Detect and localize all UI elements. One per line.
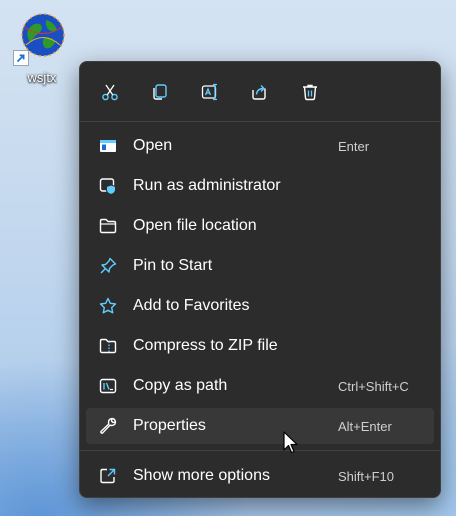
more-options-icon [98,466,118,486]
desktop: wsjtx Open Enter Run as administrator Op… [0,0,456,516]
cut-button[interactable] [97,79,123,105]
menu-item-shortcut: Enter [338,139,370,154]
menu-separator [80,450,440,451]
menu-item-properties[interactable]: Properties Alt+Enter [86,408,434,444]
menu-item-label: Compress to ZIP file [133,337,278,354]
menu-item-label: Copy as path [133,377,228,394]
menu-item-shortcut: Ctrl+Shift+C [338,379,409,394]
menu-item-label: Pin to Start [133,257,213,274]
menu-item-show-more-options[interactable]: Show more options Shift+F10 [86,458,434,494]
pin-icon [98,256,118,276]
copy-icon [153,84,167,100]
menu-item-label: Open file location [133,217,257,234]
share-button[interactable] [247,79,273,105]
open-app-icon [98,136,118,156]
rename-icon [201,83,217,101]
context-menu: Open Enter Run as administrator Open fil… [79,61,441,498]
copy-path-icon [98,376,118,396]
copy-button[interactable] [147,79,173,105]
folder-icon [98,216,118,236]
menu-item-label: Add to Favorites [133,297,250,314]
menu-item-shortcut: Shift+F10 [338,469,395,484]
menu-item-pin-to-start[interactable]: Pin to Start [86,248,434,284]
menu-item-label: Show more options [133,467,270,484]
shield-icon [98,176,118,196]
menu-item-label: Properties [133,417,206,434]
menu-item-label: Open [133,137,173,154]
mouse-pointer-icon [283,431,298,454]
menu-item-run-as-administrator[interactable]: Run as administrator [86,168,434,204]
menu-item-compress-to-zip[interactable]: Compress to ZIP file [86,328,434,364]
menu-item-label: Run as administrator [133,177,281,194]
context-menu-toolbar [80,62,440,122]
menu-item-open[interactable]: Open Enter [86,128,434,164]
menu-item-add-to-favorites[interactable]: Add to Favorites [86,288,434,324]
delete-button[interactable] [297,79,323,105]
star-icon [98,296,118,316]
desktop-shortcut-wsjtx[interactable]: wsjtx [10,10,74,90]
scissors-icon [102,84,118,101]
trash-icon [303,84,317,101]
shortcut-arrow-icon [13,50,29,66]
share-icon [252,85,266,100]
rename-button[interactable] [197,79,223,105]
shortcut-label: wsjtx [27,70,57,85]
menu-item-shortcut: Alt+Enter [338,419,392,434]
toolbar-separator [80,121,440,122]
zip-folder-icon [98,336,118,356]
wrench-icon [98,416,118,436]
menu-item-open-file-location[interactable]: Open file location [86,208,434,244]
menu-item-copy-as-path[interactable]: Copy as path Ctrl+Shift+C [86,368,434,404]
